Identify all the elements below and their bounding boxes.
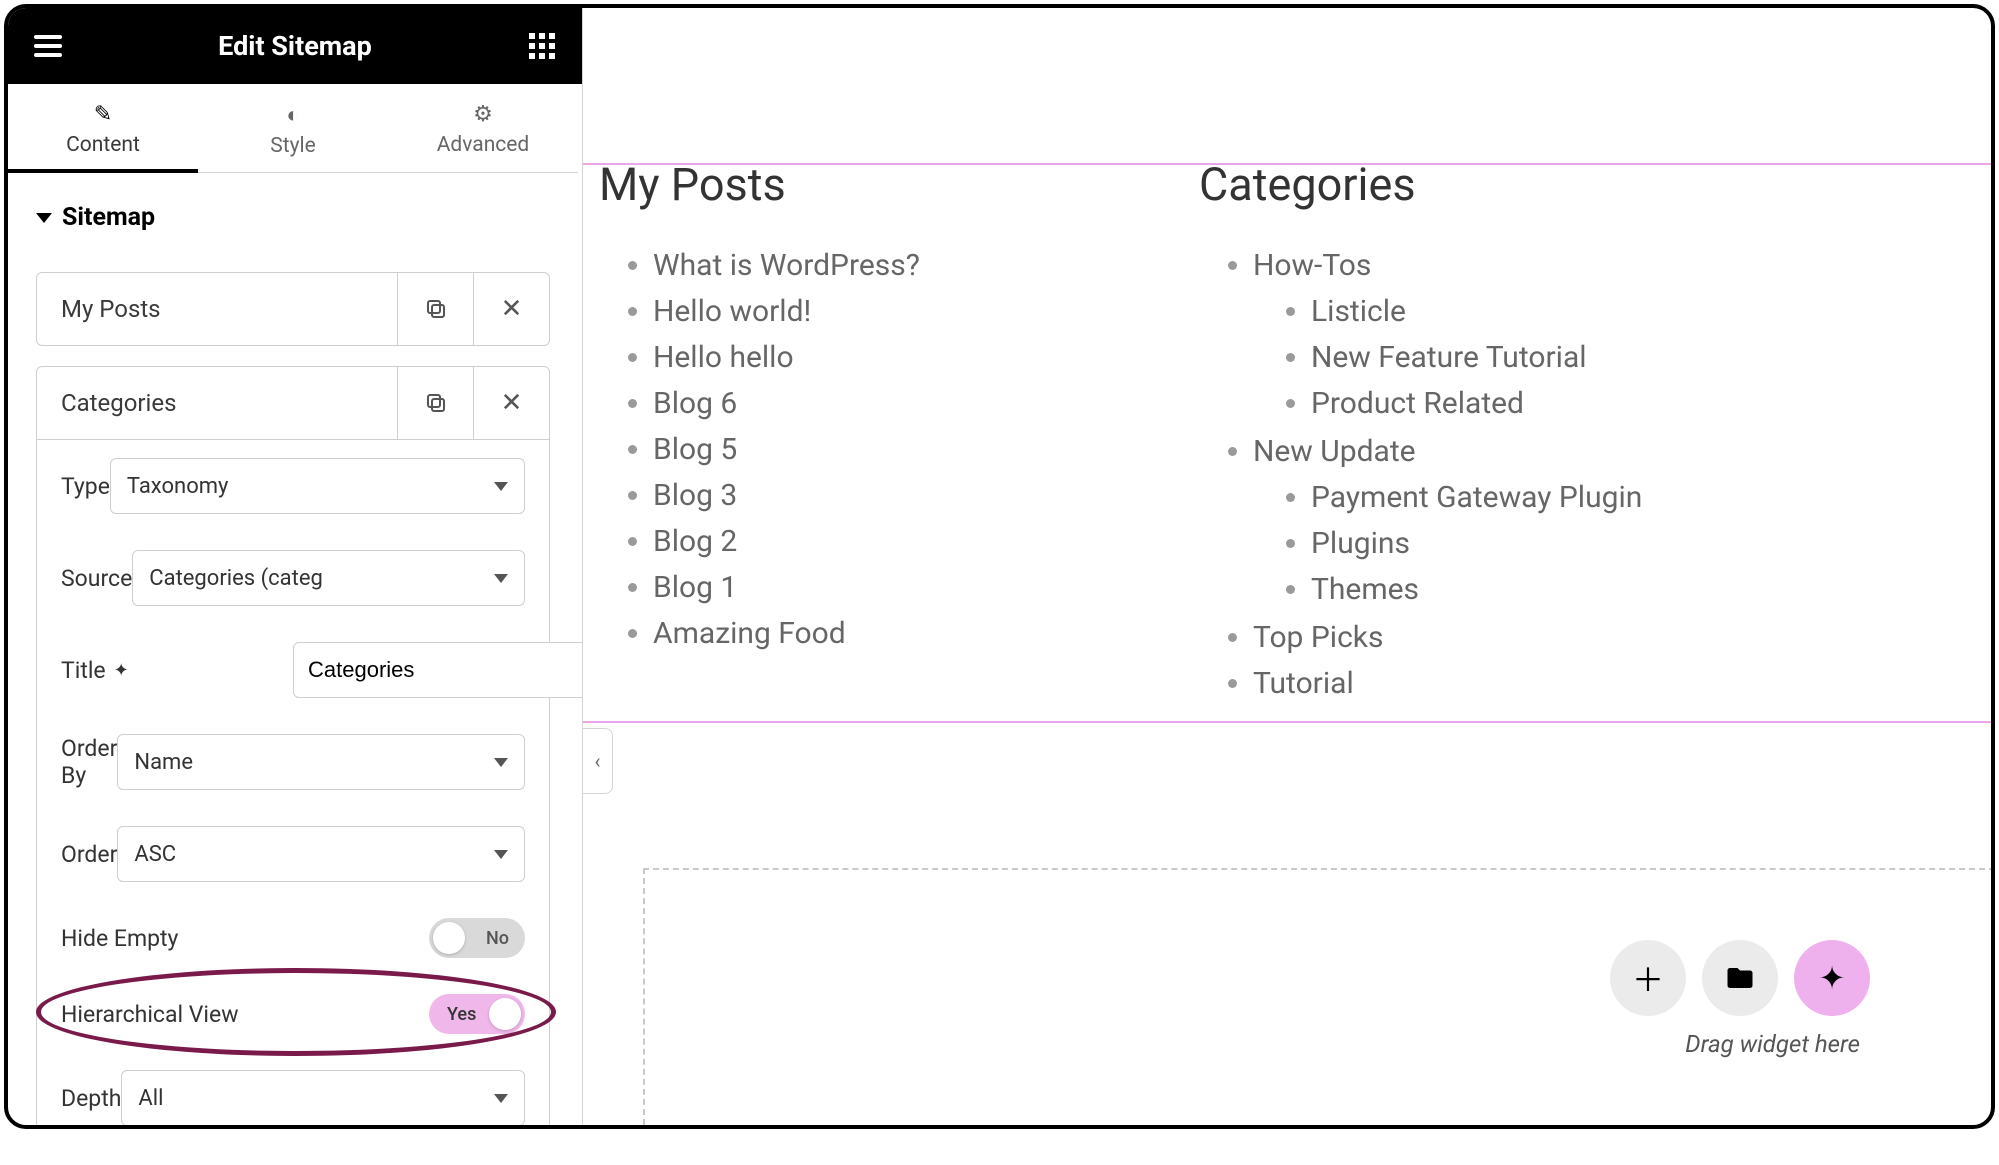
plus-icon: ＋ — [1632, 955, 1664, 1001]
tab-style[interactable]: ◐ Style — [198, 84, 388, 172]
duplicate-button[interactable] — [397, 273, 473, 345]
categories-list: How-TosListicleNew Feature TutorialProdu… — [1199, 245, 1719, 705]
sitemap-column-posts: My Posts What is WordPress?Hello world!H… — [599, 158, 1119, 709]
toggle-hide-empty-value: No — [486, 928, 509, 949]
list-item[interactable]: Blog 3 — [653, 475, 1119, 517]
duplicate-button[interactable] — [397, 367, 473, 439]
list-item[interactable]: Amazing Food — [653, 613, 1119, 655]
toggle-knob — [489, 998, 521, 1030]
list-item[interactable]: Blog 2 — [653, 521, 1119, 563]
select-source-value: Categories (categ — [149, 566, 323, 591]
add-widget-button[interactable]: ＋ — [1610, 940, 1686, 1016]
repeater-item-body: Type Taxonomy Source Categories (categ — [37, 439, 549, 1125]
close-icon: ✕ — [501, 294, 523, 324]
chevron-down-icon — [494, 574, 508, 583]
list-item[interactable]: New UpdatePayment Gateway PluginPluginsT… — [1253, 431, 1719, 611]
toggle-knob — [433, 922, 465, 954]
collapse-sidebar-button[interactable]: ‹ — [583, 728, 613, 794]
list-item[interactable]: How-TosListicleNew Feature TutorialProdu… — [1253, 245, 1719, 425]
repeater-item-title[interactable]: Categories — [37, 367, 397, 439]
list-item[interactable]: What is WordPress? — [653, 245, 1119, 287]
list-item[interactable]: Blog 1 — [653, 567, 1119, 609]
remove-button[interactable]: ✕ — [473, 367, 549, 439]
categories-heading: Categories — [1199, 158, 1719, 211]
tab-bar: ✎ Content ◐ Style ⚙ Advanced — [8, 84, 578, 173]
chevron-down-icon — [494, 850, 508, 859]
chevron-down-icon — [494, 1094, 508, 1103]
repeater-item-title[interactable]: My Posts — [37, 273, 397, 345]
section-toggle-sitemap[interactable]: Sitemap — [8, 173, 578, 272]
drop-zone-label: Drag widget here — [1685, 1030, 1860, 1058]
drop-zone[interactable]: ＋ ✦ Drag widget here — [643, 868, 1995, 1125]
widgets-button[interactable] — [526, 30, 558, 62]
posts-heading: My Posts — [599, 158, 1119, 211]
tab-content[interactable]: ✎ Content — [8, 84, 198, 172]
pencil-icon: ✎ — [8, 102, 198, 127]
tab-style-label: Style — [270, 134, 316, 158]
panel-title: Edit Sitemap — [218, 30, 372, 62]
menu-button[interactable] — [32, 30, 64, 62]
copy-icon — [424, 297, 448, 321]
section-title: Sitemap — [62, 203, 155, 232]
list-item[interactable]: Listicle — [1311, 291, 1719, 333]
field-label-orderby: Order By — [61, 735, 117, 789]
close-icon: ✕ — [501, 388, 523, 418]
select-type[interactable]: Taxonomy — [110, 458, 525, 514]
repeater-item-my-posts: My Posts ✕ — [36, 272, 550, 346]
select-orderby[interactable]: Name — [117, 734, 525, 790]
field-label-depth: Depth — [61, 1085, 121, 1112]
list-item[interactable]: Hello hello — [653, 337, 1119, 379]
toggle-hierarchical-value: Yes — [447, 1004, 476, 1025]
copy-icon — [424, 391, 448, 415]
field-label-source: Source — [61, 565, 132, 592]
ai-stars-icon: ✦ — [114, 660, 129, 681]
hamburger-icon — [34, 35, 62, 57]
field-label-title: Title ✦ — [61, 657, 293, 684]
field-label-order: Order — [61, 841, 117, 868]
field-label-type: Type — [61, 473, 110, 500]
list-item[interactable]: Hello world! — [653, 291, 1119, 333]
select-depth[interactable]: All — [121, 1070, 525, 1125]
ai-button[interactable]: ✦ — [1794, 940, 1870, 1016]
toggle-hierarchical-view[interactable]: Yes — [429, 994, 525, 1034]
grid-icon — [529, 33, 555, 59]
select-order-value: ASC — [134, 842, 176, 867]
field-label-hideempty: Hide Empty — [61, 925, 429, 952]
chevron-left-icon: ‹ — [594, 749, 600, 773]
sitemap-column-categories: Categories How-TosListicleNew Feature Tu… — [1199, 158, 1719, 709]
select-order[interactable]: ASC — [117, 826, 525, 882]
gear-icon: ⚙ — [388, 102, 578, 127]
ai-sparkle-icon: ✦ — [1819, 959, 1846, 997]
posts-list: What is WordPress?Hello world!Hello hell… — [599, 245, 1119, 655]
list-item[interactable]: Blog 6 — [653, 383, 1119, 425]
folder-button[interactable] — [1702, 940, 1778, 1016]
list-item[interactable]: Product Related — [1311, 383, 1719, 425]
tab-advanced-label: Advanced — [437, 133, 530, 157]
caret-down-icon — [36, 213, 52, 223]
contrast-icon: ◐ — [198, 102, 388, 128]
list-item[interactable]: Plugins — [1311, 523, 1719, 565]
repeater-item-categories: Categories ✕ Type Taxonomy — [36, 366, 550, 1125]
list-item[interactable]: Themes — [1311, 569, 1719, 611]
remove-button[interactable]: ✕ — [473, 273, 549, 345]
list-item[interactable]: Tutorial — [1253, 663, 1719, 705]
tab-advanced[interactable]: ⚙ Advanced — [388, 84, 578, 172]
tab-content-label: Content — [66, 133, 140, 157]
select-depth-value: All — [138, 1086, 163, 1111]
list-item[interactable]: Blog 5 — [653, 429, 1119, 471]
folder-icon — [1725, 963, 1755, 993]
title-input[interactable] — [293, 642, 582, 698]
select-type-value: Taxonomy — [127, 474, 229, 499]
select-source[interactable]: Categories (categ — [132, 550, 525, 606]
list-item[interactable]: Payment Gateway Plugin — [1311, 477, 1719, 519]
chevron-down-icon — [494, 758, 508, 767]
select-orderby-value: Name — [134, 750, 193, 775]
preview-area: My Posts What is WordPress?Hello world!H… — [583, 8, 1991, 1125]
field-label-hierarchical: Hierarchical View — [61, 1001, 429, 1028]
toggle-hide-empty[interactable]: No — [429, 918, 525, 958]
chevron-down-icon — [494, 482, 508, 491]
list-item[interactable]: Top Picks — [1253, 617, 1719, 659]
list-item[interactable]: New Feature Tutorial — [1311, 337, 1719, 379]
